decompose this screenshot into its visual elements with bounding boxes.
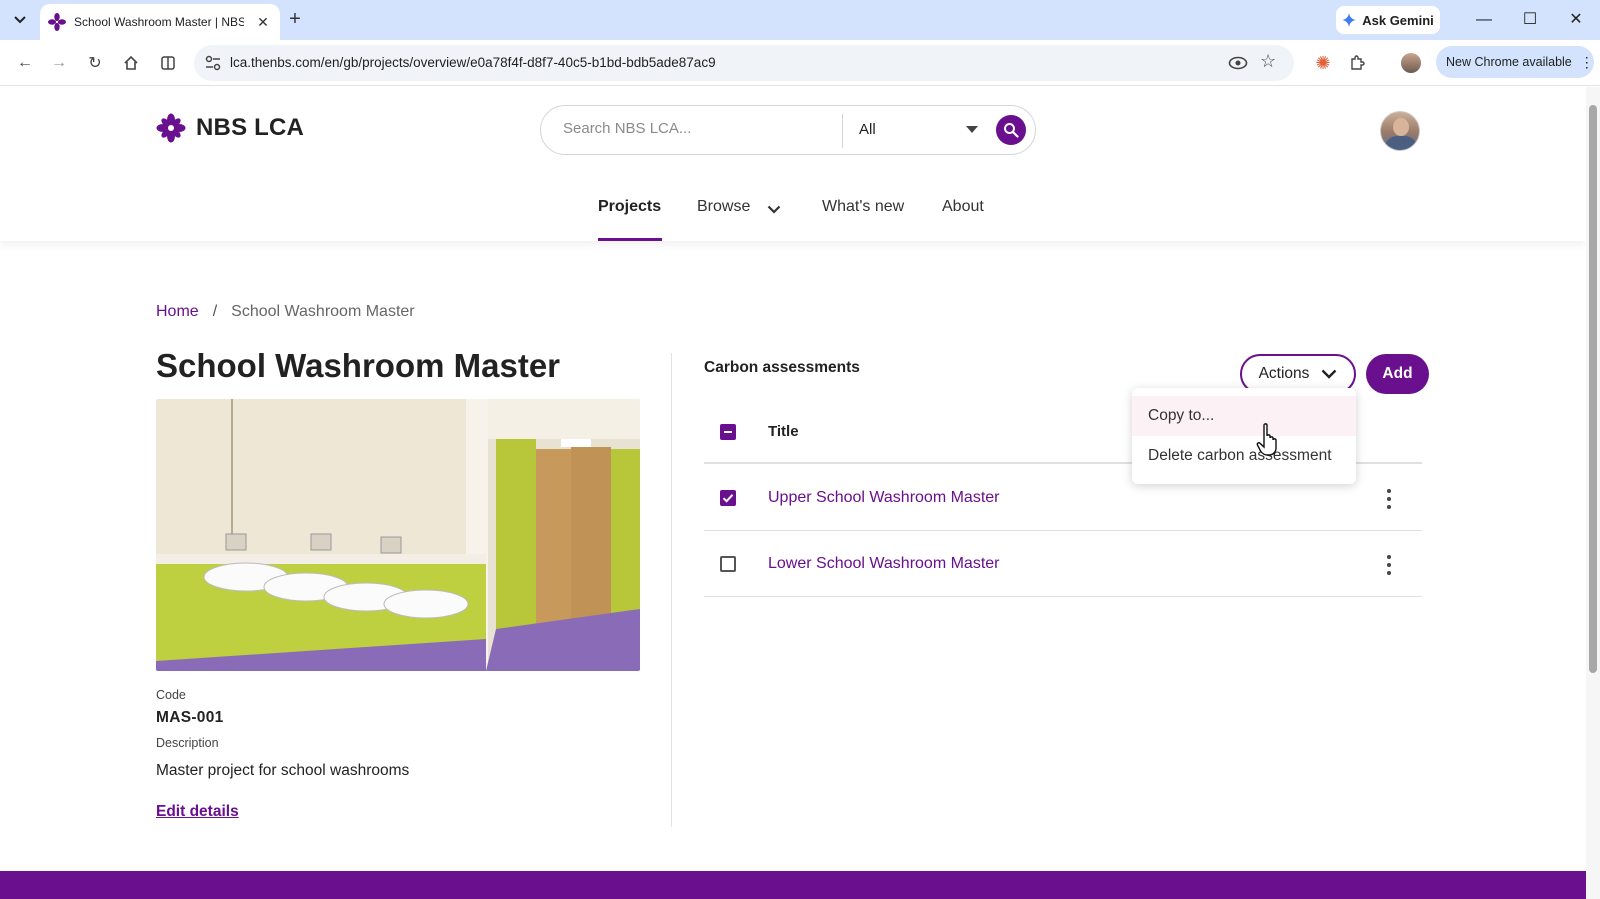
new-tab-button[interactable]: + — [283, 8, 307, 32]
menu-item-delete-assessment[interactable]: Delete carbon assessment — [1132, 436, 1356, 476]
address-bar[interactable]: lca.thenbs.com/en/gb/projects/overview/e… — [194, 45, 1294, 81]
search-icon — [1004, 123, 1019, 138]
actions-dropdown-menu: Copy to... Delete carbon assessment — [1132, 388, 1356, 484]
search-button[interactable] — [996, 115, 1026, 145]
breadcrumb-current: School Washroom Master — [231, 303, 415, 320]
profile-avatar-icon[interactable] — [1398, 50, 1424, 76]
more-vert-icon: ⋮ — [1579, 53, 1594, 70]
column-title-header[interactable]: Title — [768, 423, 799, 440]
check-icon — [722, 494, 734, 503]
breadcrumb-home[interactable]: Home — [156, 303, 199, 321]
logo-text: NBS LCA — [196, 114, 305, 141]
chevron-down-icon — [14, 16, 26, 24]
window-close-icon[interactable]: ✕ — [1564, 8, 1588, 32]
back-arrow-icon[interactable]: ← — [12, 50, 38, 76]
search-scope-select[interactable]: All — [859, 121, 876, 138]
browser-toolbar: ← → ↻ lca.thenbs.com/en/gb/projects/over… — [0, 40, 1600, 86]
close-icon[interactable]: ✕ — [254, 14, 272, 31]
nav-whats-new[interactable]: What's new — [822, 198, 904, 216]
description-value: Master project for school washrooms — [156, 762, 410, 779]
chrome-update-label: New Chrome available — [1446, 55, 1572, 69]
breadcrumb-separator: / — [212, 303, 218, 320]
gemini-sparkle-icon — [1342, 13, 1357, 27]
assessment-link[interactable]: Lower School Washroom Master — [768, 555, 1000, 573]
eye-icon[interactable] — [1228, 54, 1248, 77]
assessment-link[interactable]: Upper School Washroom Master — [768, 489, 1000, 507]
browser-tab-strip: School Washroom Master | NBS ✕ + Ask Gem… — [0, 0, 1600, 40]
active-nav-indicator — [598, 238, 662, 241]
scrollbar-thumb[interactable] — [1589, 105, 1597, 673]
user-avatar[interactable] — [1380, 111, 1420, 151]
nav-projects[interactable]: Projects — [598, 198, 661, 216]
nbs-logo[interactable]: NBS LCA — [156, 113, 304, 143]
forward-arrow-icon[interactable]: → — [46, 50, 72, 76]
page-scrollbar[interactable] — [1586, 87, 1600, 899]
nbs-logo-icon — [156, 113, 186, 143]
select-all-checkbox[interactable] — [720, 424, 736, 440]
nbs-favicon-icon — [48, 13, 66, 31]
footer-band — [0, 871, 1586, 899]
site-header: NBS LCA All Projects Browse What's new A… — [0, 87, 1586, 241]
extension-sun-icon[interactable]: ✺ — [1310, 50, 1336, 76]
tab-search-button[interactable] — [8, 8, 32, 32]
menu-item-copy-to[interactable]: Copy to... — [1132, 396, 1356, 436]
actions-label: Actions — [1258, 365, 1310, 382]
bookmark-star-icon[interactable]: ☆ — [1260, 51, 1276, 72]
code-value: MAS-001 — [156, 709, 224, 726]
ask-gemini-button[interactable]: Ask Gemini — [1336, 6, 1440, 34]
chevron-down-icon — [1322, 369, 1337, 379]
add-button[interactable]: Add — [1366, 354, 1429, 394]
edit-details-link[interactable]: Edit details — [156, 803, 239, 821]
ask-gemini-label: Ask Gemini — [1362, 12, 1434, 28]
table-row: Lower School Washroom Master — [704, 531, 1422, 597]
description-label: Description — [156, 736, 219, 750]
search-input[interactable] — [563, 120, 823, 137]
tab-title: School Washroom Master | NBS — [74, 15, 244, 29]
url-text: lca.thenbs.com/en/gb/projects/overview/e… — [230, 55, 716, 70]
split-view-icon[interactable] — [155, 50, 181, 76]
home-icon[interactable] — [118, 50, 144, 76]
page-title: School Washroom Master — [156, 347, 561, 384]
browser-tab-active[interactable]: School Washroom Master | NBS ✕ — [40, 4, 280, 40]
search-divider — [842, 114, 843, 148]
nav-browse[interactable]: Browse — [697, 198, 750, 216]
row-more-icon[interactable] — [1384, 555, 1394, 575]
breadcrumb: Home / School Washroom Master — [156, 303, 415, 321]
nav-about[interactable]: About — [942, 198, 984, 216]
row-checkbox-unchecked[interactable] — [720, 556, 736, 572]
search-bar: All — [540, 105, 1036, 155]
column-divider — [671, 353, 672, 827]
carbon-assessments-heading: Carbon assessments — [704, 359, 860, 376]
main-navigation: Projects Browse What's new About — [0, 192, 1586, 241]
browse-chevron-down-icon[interactable] — [767, 205, 781, 214]
row-more-icon[interactable] — [1384, 489, 1394, 509]
caret-down-icon[interactable] — [966, 126, 978, 133]
extensions-puzzle-icon[interactable] — [1344, 50, 1370, 76]
code-label: Code — [156, 688, 186, 702]
page-content: NBS LCA All Projects Browse What's new A… — [0, 87, 1586, 899]
maximize-icon[interactable]: ☐ — [1518, 8, 1542, 32]
reload-icon[interactable]: ↻ — [82, 50, 108, 76]
project-image — [156, 399, 640, 671]
chrome-update-button[interactable]: New Chrome available ⋮ — [1436, 46, 1594, 78]
minimize-icon[interactable]: — — [1472, 8, 1496, 32]
site-settings-icon[interactable] — [204, 54, 222, 72]
hand-cursor-icon — [1256, 423, 1277, 456]
row-checkbox-checked[interactable] — [720, 490, 736, 506]
